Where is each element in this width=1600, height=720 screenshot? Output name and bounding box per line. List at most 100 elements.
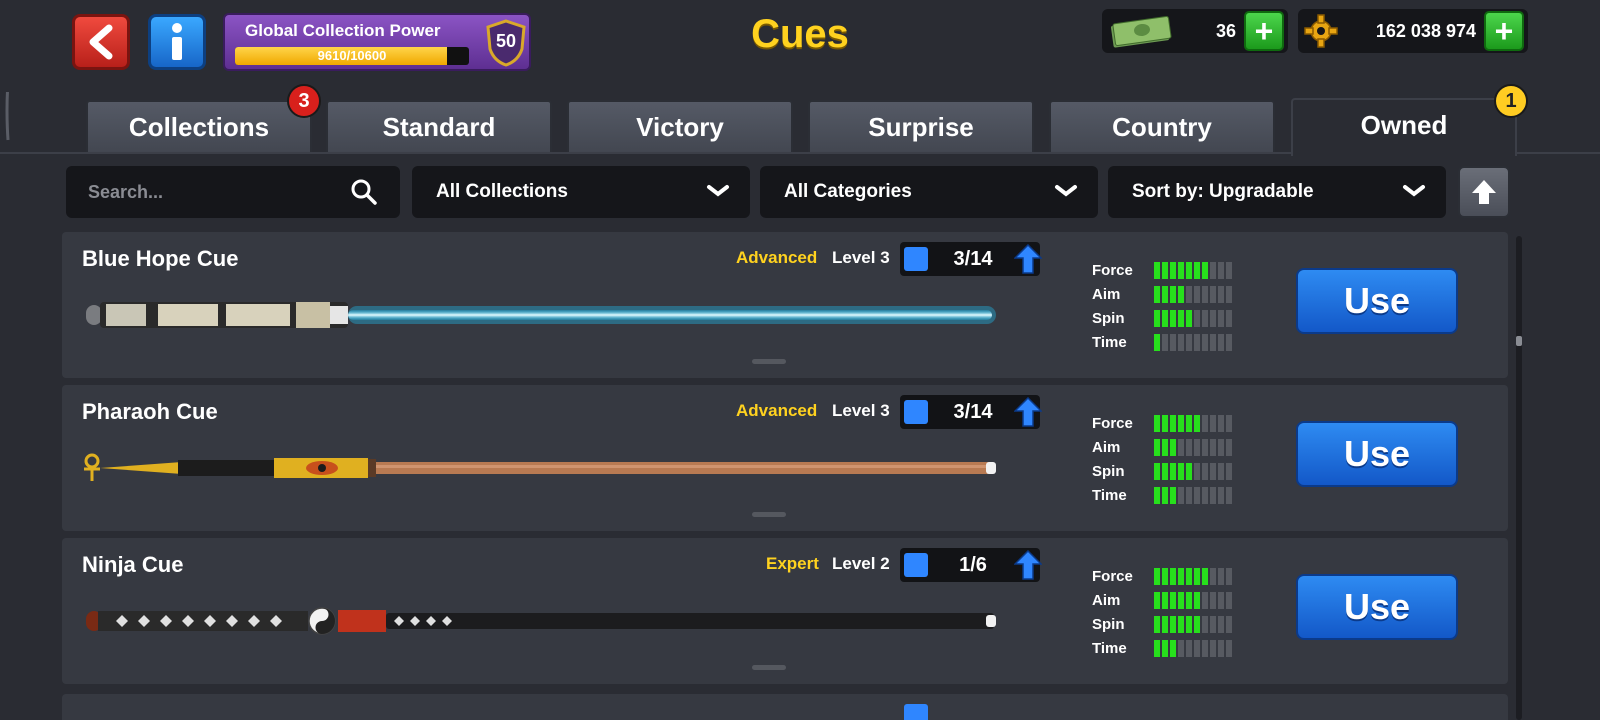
stat-segment-filled [1170, 592, 1176, 609]
stat-segment-empty [1202, 487, 1208, 504]
stat-aim: Aim [1092, 282, 1252, 306]
stat-segment-empty [1210, 592, 1216, 609]
collection-level: 50 [495, 31, 517, 51]
expand-handle[interactable] [752, 512, 786, 517]
stat-force: Force [1092, 564, 1252, 588]
stat-segment-filled [1178, 592, 1184, 609]
stat-segment-filled [1154, 415, 1160, 432]
upgrade-arrow-icon [1014, 550, 1042, 580]
stat-segment-filled [1178, 310, 1184, 327]
collections-dropdown[interactable]: All Collections [412, 166, 750, 218]
stat-segment-filled [1162, 439, 1168, 456]
stat-segment-empty [1226, 568, 1232, 585]
stat-segment-empty [1226, 334, 1232, 351]
global-collection-power[interactable]: Global Collection Power 9610/10600 50 [223, 13, 531, 71]
stat-segment-empty [1170, 334, 1176, 351]
collections-dropdown-value: All Collections [436, 181, 568, 202]
page-title: Cues [751, 12, 849, 56]
stat-segment-filled [1170, 616, 1176, 633]
stat-bar [1154, 415, 1232, 432]
stat-segment-empty [1210, 616, 1216, 633]
tab-surprise[interactable]: Surprise [808, 100, 1034, 152]
stat-segment-empty [1194, 463, 1200, 480]
chevron-down-icon [707, 185, 729, 197]
stat-segment-empty [1226, 640, 1232, 657]
sort-direction-button[interactable] [1458, 166, 1510, 218]
stat-segment-filled [1154, 334, 1160, 351]
stat-segment-empty [1218, 310, 1224, 327]
tab-owned[interactable]: Owned [1291, 98, 1517, 156]
stat-segment-filled [1154, 310, 1160, 327]
scrollbar-track[interactable] [1516, 236, 1522, 720]
scrollbar-thumb[interactable] [1516, 336, 1522, 346]
stat-segment-empty [1226, 463, 1232, 480]
stat-segment-filled [1186, 415, 1192, 432]
stat-segment-filled [1162, 616, 1168, 633]
upgrade-progress-chip [904, 400, 928, 424]
stat-segment-filled [1186, 592, 1192, 609]
collection-power-progress: 9610/10600 [317, 48, 387, 63]
stat-segment-filled [1154, 616, 1160, 633]
add-cash-button[interactable]: + [1244, 11, 1284, 51]
stat-segment-filled [1178, 415, 1184, 432]
cue-stats: Force Aim Spin Time [1092, 258, 1252, 354]
chevron-left-icon [89, 24, 113, 60]
stat-label: Time [1092, 334, 1127, 351]
tab-collections[interactable]: Collections [86, 100, 312, 152]
use-button[interactable]: Use [1296, 574, 1458, 640]
use-button[interactable]: Use [1296, 421, 1458, 487]
cue-image-pharaoh [84, 453, 996, 481]
stat-segment-empty [1218, 616, 1224, 633]
info-button[interactable] [148, 14, 206, 70]
add-coins-button[interactable]: + [1484, 11, 1524, 51]
cue-stats: Force Aim Spin Time [1092, 411, 1252, 507]
filter-bar: All Collections All Categories Sort by: … [0, 164, 1600, 220]
stat-bar [1154, 616, 1232, 633]
back-button[interactable] [72, 14, 130, 70]
stat-segment-empty [1218, 334, 1224, 351]
stat-segment-empty [1210, 640, 1216, 657]
stat-segment-empty [1186, 334, 1192, 351]
stat-segment-filled [1170, 487, 1176, 504]
stat-segment-filled [1154, 568, 1160, 585]
tab-standard[interactable]: Standard [326, 100, 552, 152]
cue-tier: Expert [766, 554, 819, 573]
tab-country[interactable]: Country [1049, 100, 1275, 152]
cue-card-blue-hope: Blue Hope Cue Advanced Level 3 3/14 Forc… [62, 232, 1508, 378]
upgrade-progress-chip [904, 704, 928, 720]
cue-tier: Advanced [736, 401, 818, 420]
upgrade-progress-text: 1/6 [959, 554, 987, 576]
stat-segment-filled [1178, 616, 1184, 633]
sort-dropdown[interactable]: Sort by: Upgradable [1108, 166, 1446, 218]
categories-dropdown[interactable]: All Categories [760, 166, 1098, 218]
stat-spin: Spin [1092, 306, 1252, 330]
stat-segment-filled [1186, 463, 1192, 480]
search-icon[interactable] [350, 178, 378, 206]
stat-bar [1154, 463, 1232, 480]
use-button[interactable]: Use [1296, 268, 1458, 334]
stat-segment-filled [1170, 262, 1176, 279]
tab-victory[interactable]: Victory [567, 100, 793, 152]
stat-time: Time [1092, 636, 1252, 660]
stat-segment-empty [1226, 592, 1232, 609]
expand-handle[interactable] [752, 665, 786, 670]
stat-segment-empty [1194, 487, 1200, 504]
cash-value: 36 [1215, 21, 1236, 41]
stat-force: Force [1092, 411, 1252, 435]
stat-segment-filled [1154, 439, 1160, 456]
stat-segment-empty [1218, 463, 1224, 480]
search-input[interactable] [88, 178, 338, 206]
stat-segment-empty [1218, 640, 1224, 657]
stat-segment-empty [1226, 415, 1232, 432]
stat-segment-filled [1178, 463, 1184, 480]
stat-segment-empty [1194, 286, 1200, 303]
stat-segment-empty [1202, 463, 1208, 480]
stat-segment-empty [1178, 439, 1184, 456]
stat-segment-filled [1154, 463, 1160, 480]
stat-segment-empty [1218, 286, 1224, 303]
cue-card-partial [62, 694, 1508, 720]
expand-handle[interactable] [752, 359, 786, 364]
stat-segment-filled [1162, 640, 1168, 657]
stat-segment-filled [1162, 487, 1168, 504]
upgrade-progress-text: 3/14 [953, 401, 993, 423]
